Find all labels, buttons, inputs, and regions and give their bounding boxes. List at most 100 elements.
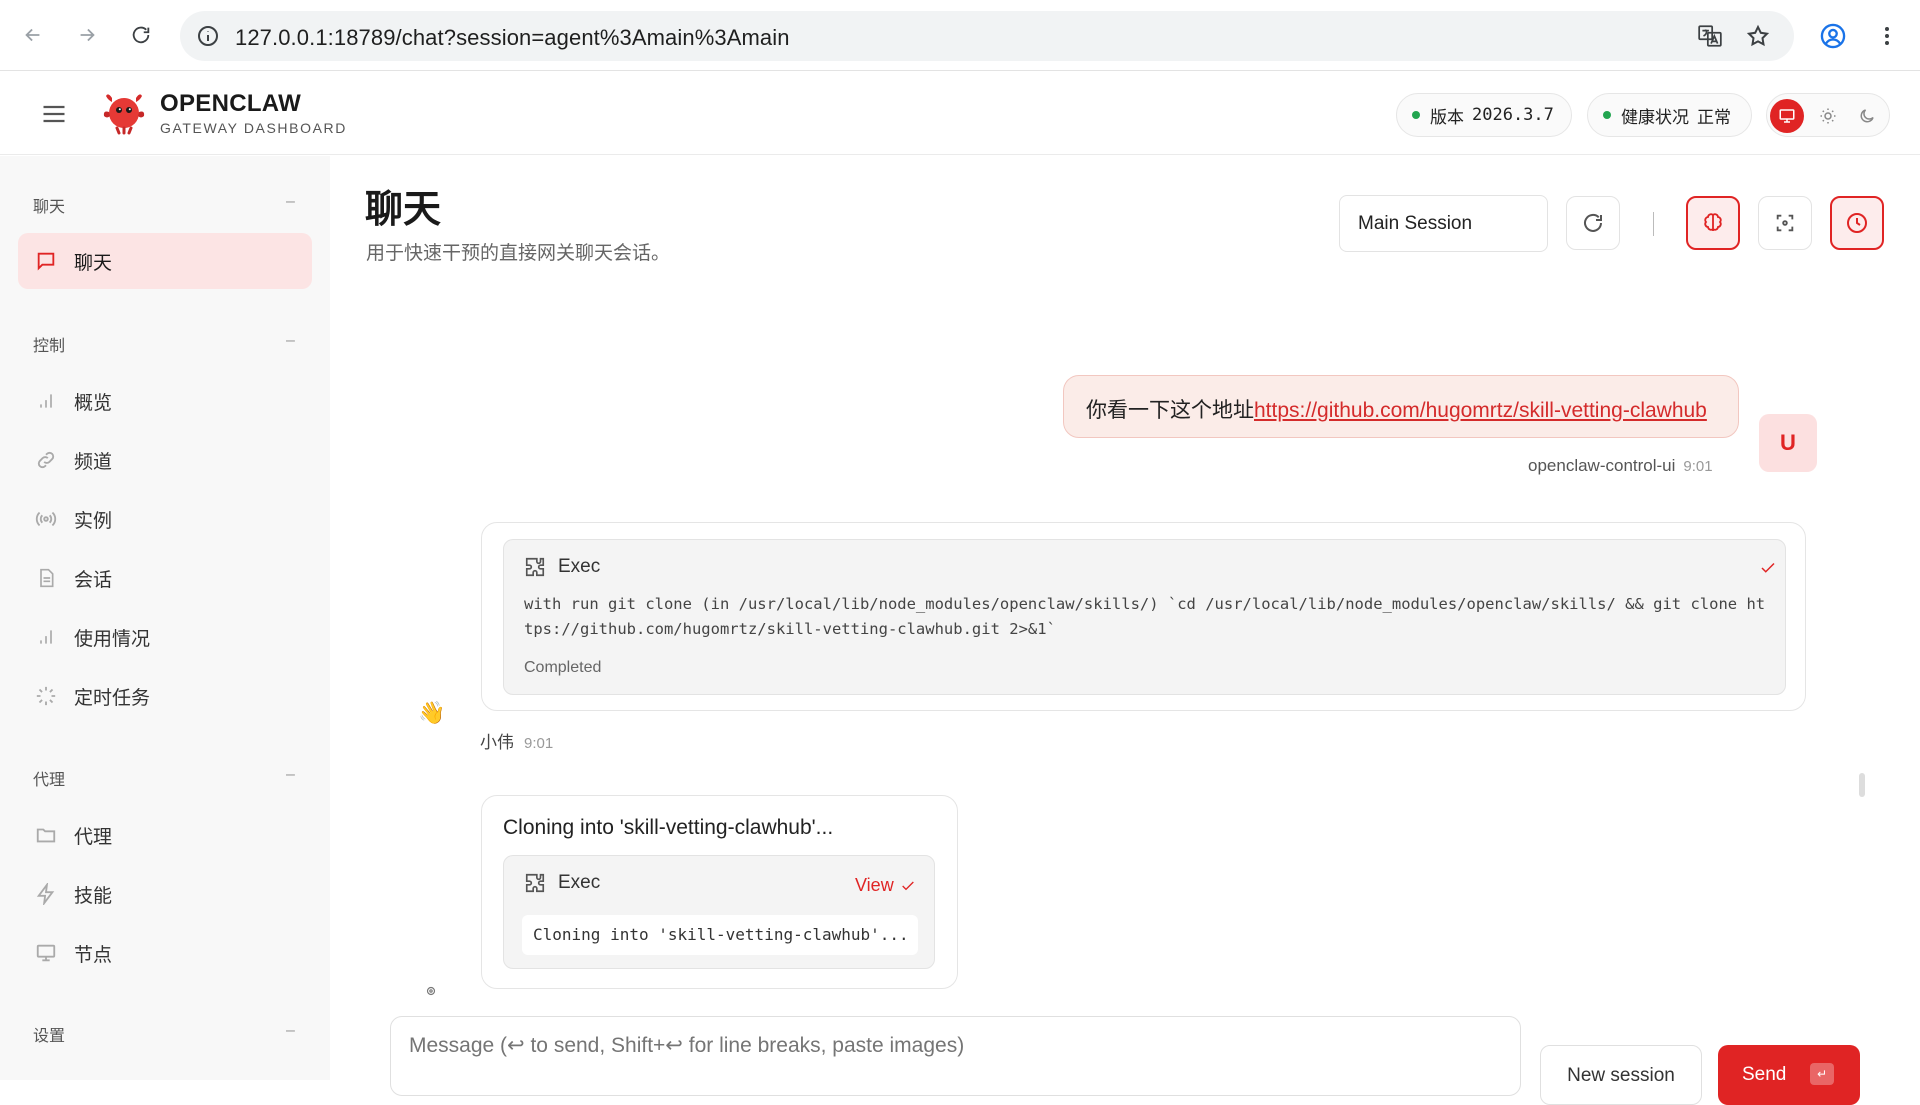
sidebar-item-label: 聊天 [74,252,113,274]
sidebar-item-label: 定时任务 [74,687,151,709]
thinking-toggle-button[interactable] [1686,196,1740,250]
theme-dark-button[interactable] [1850,99,1884,133]
theme-light-button[interactable] [1811,99,1845,133]
section-title-settings: 设置 [33,1028,66,1045]
sidebar-item-label: 代理 [74,826,113,848]
sun-icon [1820,108,1836,124]
sidebar-item-nodes[interactable]: 节点 [18,925,312,981]
browser-toolbar: 127.0.0.1:18789/chat?session=agent%3Amai… [0,0,1920,71]
theme-switcher [1766,93,1890,137]
version-label: 版本 [1430,107,1464,127]
clock-icon [1847,213,1867,233]
health-badge: 健康状况 正常 [1587,93,1752,137]
section-collapse-toggle[interactable]: – [286,1022,295,1040]
reload-icon [132,26,150,44]
assistant-tool-card: Exec with run git clone (in /usr/local/l… [481,522,1806,711]
sidebar-item-sessions[interactable]: 会话 [18,550,312,606]
tool-view-label: View [855,875,894,895]
puzzle-icon [525,557,545,577]
assistant-message-text: Cloning into 'skill-vetting-clawhub'... [503,816,834,839]
user-sender-name: openclaw-control-ui [1528,456,1676,475]
brand-name: OPENCLAW [160,90,302,117]
theme-system-button[interactable] [1770,99,1804,133]
sidebar-item-label: 频道 [74,451,113,473]
tool-view-button[interactable]: View [855,875,916,896]
sidebar-item-usage[interactable]: 使用情况 [18,609,312,665]
openclaw-logo-icon [100,88,148,136]
folder-icon [34,823,58,847]
refresh-icon [1584,213,1602,232]
info-icon[interactable] [196,24,220,48]
sidebar-item-channels[interactable]: 频道 [18,432,312,488]
bookmark-star-icon[interactable] [1742,20,1774,52]
brain-icon [1704,213,1722,231]
chat-scrollbar[interactable] [1859,773,1865,797]
user-message-text: 你看一下这个地址 [1086,399,1254,422]
address-bar[interactable]: 127.0.0.1:18789/chat?session=agent%3Amai… [180,11,1794,61]
assistant-message-card: Cloning into 'skill-vetting-clawhub'... … [481,795,958,989]
health-value: 正常 [1697,107,1731,127]
assistant-avatar: 👋 [418,700,446,725]
back-button[interactable] [16,18,50,52]
document-icon [34,566,58,590]
chat-icon [34,249,58,273]
tool-output: Cloning into 'skill-vetting-clawhub'... [522,915,918,955]
kebab-menu-icon[interactable] [1871,20,1903,52]
sidebar-item-label: 节点 [74,944,113,966]
focus-mode-button[interactable] [1758,196,1812,250]
sidebar-item-label: 概览 [74,392,113,414]
history-button[interactable] [1830,196,1884,250]
hamburger-menu-icon[interactable] [40,100,74,128]
monitor-icon [34,941,58,965]
exec-tool-call[interactable]: Exec with run git clone (in /usr/local/l… [503,539,1786,695]
status-dot [1412,111,1420,119]
sidebar-item-label: 会话 [74,569,113,591]
bolt-icon [34,882,58,906]
health-label: 健康状况 [1621,107,1689,127]
puzzle-icon [525,873,545,893]
sidebar-item-label: 实例 [74,510,113,532]
section-collapse-toggle[interactable]: – [286,332,295,350]
sidebar-item-skills[interactable]: 技能 [18,866,312,922]
reload-button[interactable] [124,18,158,52]
sidebar-item-chat[interactable]: 聊天 [18,233,312,289]
arrow-left-icon [25,28,40,42]
section-collapse-toggle[interactable]: – [286,193,295,211]
sidebar: 聊天 – 聊天 控制 – 概览 频道 实例 会话 使用情况 定时任务 代理 – … [0,156,330,1080]
profile-icon[interactable] [1817,20,1849,52]
sidebar-item-agents[interactable]: 代理 [18,807,312,863]
assistant-sender-name: 小伟 [480,733,514,752]
send-button[interactable]: Send ↵ [1718,1045,1860,1105]
user-message-bubble: 你看一下这个地址https://github.com/hugomrtz/skil… [1063,375,1739,438]
section-title-chat: 聊天 [33,199,66,216]
assistant-avatar-small-icon [424,984,438,998]
translate-icon[interactable] [1694,20,1726,52]
sidebar-item-instances[interactable]: 实例 [18,491,312,547]
loader-icon [34,684,58,708]
url-text[interactable]: 127.0.0.1:18789/chat?session=agent%3Amai… [235,25,790,51]
enter-key-hint: ↵ [1810,1063,1834,1085]
refresh-button[interactable] [1566,196,1620,250]
session-select[interactable]: Main Session [1339,195,1548,252]
tool-command: with run git clone (in /usr/local/lib/no… [524,595,1766,638]
moon-icon [1860,109,1874,123]
exec-tool-call[interactable]: Exec View Cloning into 'skill-vetting-cl… [503,855,935,969]
sidebar-item-cron-jobs[interactable]: 定时任务 [18,668,312,724]
message-input[interactable] [409,1034,1489,1058]
section-collapse-toggle[interactable]: – [286,766,295,784]
user-message-time: 9:01 [1683,458,1713,475]
arrow-right-icon [80,28,95,42]
forward-button[interactable] [70,18,104,52]
tool-name: Exec [558,872,601,893]
section-title-agents: 代理 [33,772,66,789]
send-label: Send [1742,1064,1787,1085]
brand-subtitle: GATEWAY DASHBOARD [160,120,347,136]
user-message-link[interactable]: https://github.com/hugomrtz/skill-vettin… [1254,399,1707,422]
bar-chart-icon [34,625,58,649]
sidebar-item-overview[interactable]: 概览 [18,373,312,429]
version-value: 2026.3.7 [1472,105,1554,125]
message-composer[interactable] [390,1016,1521,1096]
page-title: 聊天 [365,189,442,231]
user-message-meta: openclaw-control-ui 9:01 [1528,456,1713,476]
new-session-button[interactable]: New session [1540,1045,1702,1105]
